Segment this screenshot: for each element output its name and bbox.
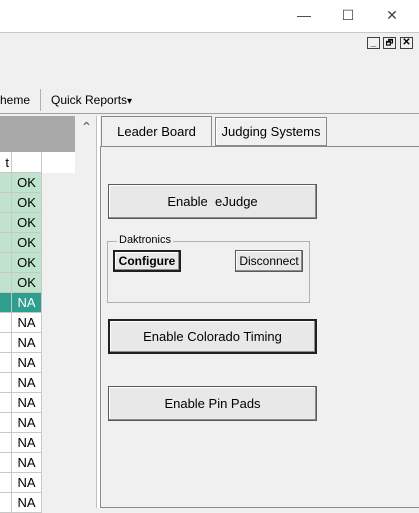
table-row[interactable]: OK (0, 273, 75, 293)
table-cell[interactable] (0, 213, 12, 233)
configure-button[interactable]: Configure (113, 250, 181, 272)
status-cell[interactable]: NA (12, 433, 42, 453)
table-row[interactable]: NA (0, 353, 75, 373)
table-cell[interactable] (0, 453, 12, 473)
status-cell[interactable]: NA (12, 293, 42, 313)
status-cell[interactable]: OK (12, 233, 42, 253)
enable-colorado-timing-button[interactable]: Enable Colorado Timing (108, 319, 317, 354)
grid-header-band (0, 116, 75, 152)
column-header[interactable]: t (0, 152, 12, 173)
table-row[interactable]: NA (0, 453, 75, 473)
table-row[interactable]: NA (0, 373, 75, 393)
status-cell[interactable]: NA (12, 493, 42, 513)
chevron-down-icon: ▾ (127, 96, 133, 107)
vertical-scrollbar[interactable]: ⌃ (77, 116, 96, 508)
status-cell[interactable]: NA (12, 393, 42, 413)
table-cell[interactable] (0, 293, 12, 313)
table-cell[interactable] (0, 393, 12, 413)
table-cell[interactable] (0, 433, 12, 453)
minimize-icon: _ (370, 37, 377, 48)
menu-item-theme[interactable]: heme (0, 93, 30, 107)
disconnect-button[interactable]: Disconnect (235, 250, 303, 272)
enable-pin-pads-button[interactable]: Enable Pin Pads (108, 386, 317, 421)
button-label: Enable Colorado Timing (143, 329, 282, 344)
table-row[interactable]: OK (0, 173, 75, 193)
tab-label: Judging Systems (221, 124, 321, 139)
button-label: Enable eJudge (167, 194, 258, 209)
mdi-control-strip (0, 32, 419, 54)
status-cell[interactable]: NA (12, 453, 42, 473)
table-cell[interactable] (0, 233, 12, 253)
status-cell[interactable]: NA (12, 353, 42, 373)
status-cell[interactable]: OK (12, 193, 42, 213)
table-row[interactable]: NA (0, 413, 75, 433)
menu-item-label: heme (0, 93, 31, 107)
close-icon: ✕ (386, 6, 398, 23)
status-cell[interactable]: NA (12, 313, 42, 333)
table-cell[interactable] (0, 413, 12, 433)
table-cell[interactable] (0, 253, 12, 273)
status-cell[interactable]: OK (12, 253, 42, 273)
column-header[interactable] (12, 152, 42, 173)
table-row[interactable]: OK (0, 213, 75, 233)
table-cell[interactable] (0, 493, 12, 513)
table-cell[interactable] (0, 333, 12, 353)
scroll-up-icon[interactable]: ⌃ (79, 118, 94, 135)
button-label: Enable Pin Pads (164, 396, 261, 411)
tab-judging-systems[interactable]: Judging Systems (215, 117, 327, 146)
table-row[interactable]: NA (0, 333, 75, 353)
table-row[interactable]: OK (0, 193, 75, 213)
table-row[interactable]: NA (0, 293, 75, 313)
table-row[interactable]: OK (0, 253, 75, 273)
table-row[interactable]: NA (0, 433, 75, 453)
close-window-button[interactable]: ✕ (372, 0, 412, 30)
table-cell[interactable] (0, 273, 12, 293)
status-cell[interactable]: NA (12, 413, 42, 433)
table-cell[interactable] (0, 173, 12, 193)
status-cell[interactable]: NA (12, 373, 42, 393)
close-icon: ✕ (402, 37, 411, 48)
maximize-icon: ☐ (341, 6, 355, 23)
grid-column-header-row: t (0, 152, 75, 173)
status-cell[interactable]: OK (12, 173, 42, 193)
status-cell[interactable]: NA (12, 473, 42, 493)
table-row[interactable]: NA (0, 493, 75, 513)
status-cell[interactable]: NA (12, 333, 42, 353)
mdi-close-button[interactable]: ✕ (400, 37, 413, 49)
table-row[interactable]: NA (0, 393, 75, 413)
menu-item-quick-reports[interactable]: Quick Reports▾ (51, 93, 132, 107)
table-row[interactable]: OK (0, 233, 75, 253)
restore-icon: 🗗 (385, 38, 394, 47)
mdi-restore-button[interactable]: 🗗 (383, 37, 396, 49)
mdi-minimize-button[interactable]: _ (367, 37, 380, 49)
table-row[interactable]: NA (0, 473, 75, 493)
enable-ejudge-button[interactable]: Enable eJudge (108, 184, 317, 219)
maximize-window-button[interactable]: ☐ (328, 0, 368, 30)
tab-label: Leader Board (117, 124, 196, 139)
status-cell[interactable]: OK (12, 273, 42, 293)
table-cell[interactable] (0, 473, 12, 493)
daktronics-group-label: Daktronics (117, 234, 173, 246)
menu-separator (40, 89, 41, 111)
table-cell[interactable] (0, 193, 12, 213)
button-label: Configure (118, 254, 176, 268)
status-cell[interactable]: OK (12, 213, 42, 233)
table-cell[interactable] (0, 373, 12, 393)
table-cell[interactable] (0, 313, 12, 333)
minimize-window-button[interactable]: — (284, 0, 324, 30)
menu-item-label: Quick Reports (51, 93, 128, 107)
table-row[interactable]: NA (0, 313, 75, 333)
tab-leader-board[interactable]: Leader Board (101, 116, 212, 146)
minimize-icon: — (297, 7, 311, 23)
table-cell[interactable] (0, 353, 12, 373)
button-label: Disconnect (239, 254, 299, 268)
